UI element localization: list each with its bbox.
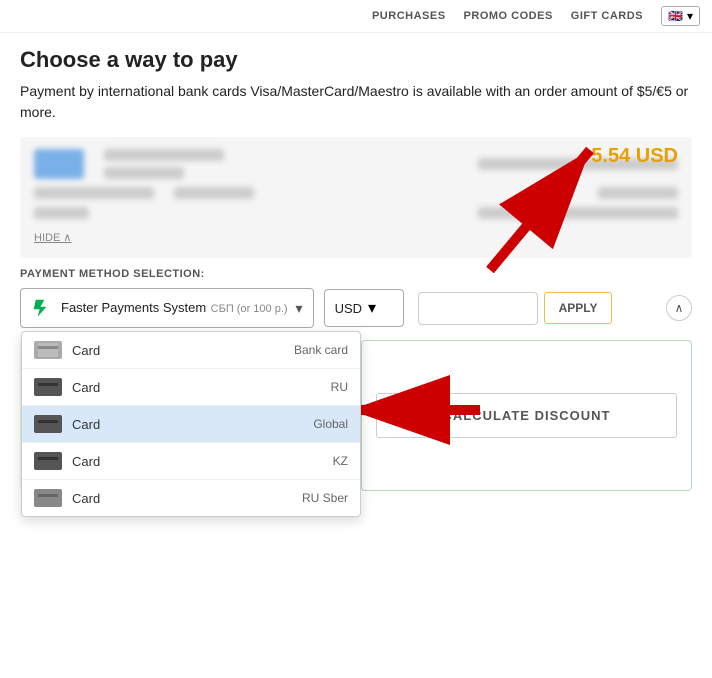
page-title: Choose a way to pay bbox=[20, 47, 692, 73]
apply-button[interactable]: APPLY bbox=[544, 292, 613, 324]
card-icon-4 bbox=[34, 489, 62, 507]
item-label-1: Card bbox=[72, 380, 321, 395]
card-icon-0 bbox=[34, 341, 62, 359]
dropdown-item-3[interactable]: Card KZ bbox=[22, 443, 360, 480]
promo-codes-link[interactable]: PROMO CODES bbox=[464, 10, 553, 22]
chevron-down-icon: ▾ bbox=[687, 9, 693, 23]
summary-row2b bbox=[478, 207, 678, 219]
main-content: Choose a way to pay Payment by internati… bbox=[0, 33, 712, 511]
calculate-section: CALCULATE DISCOUNT bbox=[361, 340, 692, 491]
card-icon-1 bbox=[34, 378, 62, 396]
payment-method-label: PAYMENT METHOD SELECTION: bbox=[20, 268, 692, 280]
payment-method-select[interactable]: Faster Payments System СБП (or 100 р.) ▾… bbox=[20, 288, 314, 328]
chevron-up-icon: ∧ bbox=[675, 301, 684, 315]
payment-dropdown: Card Bank card Card RU Card Global bbox=[21, 331, 361, 517]
dropdown-item-1[interactable]: Card RU bbox=[22, 369, 360, 406]
language-selector[interactable]: 🇬🇧 ▾ bbox=[661, 6, 700, 26]
price-badge: 5.54 USD bbox=[591, 145, 678, 168]
payment-chevron-icon: ▾ bbox=[296, 300, 303, 317]
calculate-discount-button[interactable]: CALCULATE DISCOUNT bbox=[376, 393, 677, 438]
item-label-0: Card bbox=[72, 343, 284, 358]
item-region-3: KZ bbox=[333, 454, 348, 468]
payment-method-name: Faster Payments System bbox=[61, 300, 206, 315]
product-detail-blur bbox=[104, 167, 184, 179]
item-region-2: Global bbox=[313, 417, 348, 431]
currency-select[interactable]: USD ▾ bbox=[324, 289, 404, 327]
top-bar: PURCHASES PROMO CODES GIFT CARDS 🇬🇧 ▾ bbox=[0, 0, 712, 33]
flag-icon: 🇬🇧 bbox=[668, 9, 683, 23]
gift-cards-link[interactable]: GIFT CARDS bbox=[571, 10, 643, 22]
purchases-link[interactable]: PURCHASES bbox=[372, 10, 446, 22]
summary-row1b bbox=[174, 187, 254, 199]
payment-row: Faster Payments System СБП (or 100 р.) ▾… bbox=[20, 288, 692, 328]
currency-text: USD bbox=[335, 301, 362, 316]
currency-chevron-icon: ▾ bbox=[368, 298, 376, 318]
item-label-2: Card bbox=[72, 417, 303, 432]
collapse-button[interactable]: ∧ bbox=[666, 295, 692, 321]
item-region-0: Bank card bbox=[294, 343, 348, 357]
item-region-1: RU bbox=[331, 380, 348, 394]
product-name-blur bbox=[104, 149, 224, 161]
info-text: Payment by international bank cards Visa… bbox=[20, 81, 692, 123]
product-thumb bbox=[34, 149, 84, 179]
order-summary: 5.54 USD HIDE ∧ bbox=[20, 137, 692, 258]
dropdown-item-0[interactable]: Card Bank card bbox=[22, 332, 360, 369]
card-icon-3 bbox=[34, 452, 62, 470]
item-label-4: Card bbox=[72, 491, 292, 506]
fps-icon bbox=[31, 297, 53, 319]
hide-link[interactable]: HIDE ∧ bbox=[34, 231, 71, 244]
item-region-4: RU Sber bbox=[302, 491, 348, 505]
summary-row2a bbox=[34, 207, 89, 219]
promo-code-input[interactable] bbox=[418, 292, 538, 325]
summary-row1c bbox=[598, 187, 678, 199]
payment-method-sub: СБП (or 100 р.) bbox=[211, 303, 288, 315]
card-icon-2 bbox=[34, 415, 62, 433]
top-nav: PURCHASES PROMO CODES GIFT CARDS bbox=[372, 10, 643, 22]
item-label-3: Card bbox=[72, 454, 323, 469]
dropdown-item-4[interactable]: Card RU Sber bbox=[22, 480, 360, 516]
dropdown-item-2[interactable]: Card Global bbox=[22, 406, 360, 443]
price-value: 5.54 bbox=[591, 145, 630, 167]
summary-row1a bbox=[34, 187, 154, 199]
price-currency: USD bbox=[636, 145, 678, 167]
